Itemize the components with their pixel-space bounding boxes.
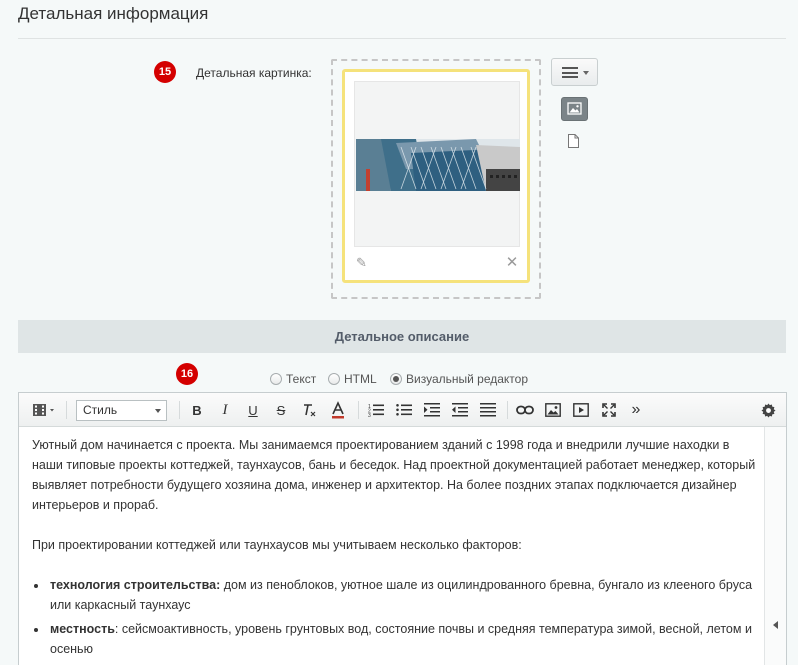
content-paragraph: При проектировании коттеджей или таунхау…	[32, 538, 522, 552]
toolbar-divider	[179, 401, 180, 419]
mode-option-visual[interactable]: Визуальный редактор	[390, 372, 528, 386]
editor-side-gutter	[764, 427, 786, 665]
fullscreen-icon	[602, 403, 616, 417]
align-button[interactable]	[478, 400, 498, 420]
unordered-list-button[interactable]	[394, 400, 414, 420]
file-icon[interactable]	[568, 134, 579, 148]
radio-text[interactable]	[270, 373, 282, 385]
image-thumbnail	[356, 139, 520, 191]
mode-option-html[interactable]: HTML	[328, 372, 377, 386]
link-icon	[516, 405, 534, 415]
toolbar-divider	[507, 401, 508, 419]
image-icon	[545, 403, 561, 417]
mode-label-text: Текст	[286, 372, 317, 386]
image-mode-button[interactable]	[561, 97, 588, 121]
list-item-text: : сейсмоактивность, уровень грунтовых во…	[50, 622, 752, 656]
step-badge-editor: 16	[176, 363, 198, 385]
radio-html[interactable]	[328, 373, 340, 385]
mode-label-html: HTML	[344, 372, 377, 386]
description-section-header: Детальное описание	[18, 320, 786, 353]
film-icon	[33, 404, 54, 416]
indent-icon	[424, 403, 440, 417]
outdent-button[interactable]	[450, 400, 470, 420]
toolbar-divider	[358, 401, 359, 419]
italic-button[interactable]: I	[216, 400, 234, 420]
chevron-down-icon	[583, 71, 589, 75]
clear-format-icon	[304, 404, 316, 417]
strikethrough-button[interactable]: S	[272, 400, 290, 420]
mode-option-text[interactable]: Текст	[270, 372, 316, 386]
indent-button[interactable]	[422, 400, 442, 420]
style-select[interactable]: Стиль	[76, 400, 167, 421]
image-menu-button[interactable]	[551, 58, 598, 86]
align-justify-icon	[480, 403, 496, 417]
list-item: технология строительства: дом из пенобло…	[48, 575, 757, 615]
more-button[interactable]: »	[626, 400, 646, 420]
detail-image-label: Детальная картинка:	[196, 66, 312, 80]
ordered-list-icon: 1 2 3	[368, 404, 384, 417]
ordered-list-button[interactable]: 1 2 3	[366, 400, 386, 420]
close-icon[interactable]: ✕	[505, 255, 519, 270]
video-icon	[573, 403, 589, 417]
image-preview-card[interactable]: ✎ ✕	[342, 69, 530, 283]
list-item: местность: сейсмоактивность, уровень гру…	[48, 619, 757, 659]
list-item-bold: технология строительства:	[50, 578, 221, 592]
list-item-bold: местность	[50, 622, 115, 636]
content-paragraph: Уютный дом начинается с проекта. Мы зани…	[32, 438, 756, 512]
visual-editor[interactable]: Стиль B I U S 1 2 3 » Уютный дом начинае…	[18, 392, 787, 665]
section-divider	[18, 38, 786, 39]
chevron-down-icon	[155, 409, 161, 413]
remove-format-button[interactable]	[299, 400, 319, 420]
link-button[interactable]	[515, 400, 535, 420]
insert-image-button[interactable]	[543, 400, 563, 420]
collapse-arrow-icon[interactable]	[773, 621, 778, 629]
settings-button[interactable]	[758, 400, 778, 420]
toolbar-divider	[66, 401, 67, 419]
image-icon	[567, 102, 582, 115]
svg-text:3: 3	[368, 413, 371, 417]
unordered-list-icon	[396, 404, 412, 416]
fullscreen-button[interactable]	[599, 400, 619, 420]
step-badge-image: 15	[154, 61, 176, 83]
radio-visual[interactable]	[390, 373, 402, 385]
mode-label-visual: Визуальный редактор	[406, 372, 529, 386]
section-title: Детальная информация	[18, 4, 209, 23]
style-select-value: Стиль	[83, 403, 118, 417]
outdent-icon	[452, 403, 468, 417]
edit-pencil-icon[interactable]: ✎	[356, 256, 370, 270]
image-preview-area	[354, 81, 520, 247]
bold-button[interactable]: B	[188, 400, 206, 420]
editor-toolbar: Стиль B I U S 1 2 3 »	[19, 393, 786, 427]
film-snippets-button[interactable]	[29, 400, 59, 420]
font-color-button[interactable]	[328, 400, 348, 420]
content-list: технология строительства: дом из пенобло…	[48, 575, 757, 659]
editor-content[interactable]: Уютный дом начинается с проекта. Мы зани…	[32, 435, 757, 663]
hamburger-icon	[562, 67, 578, 78]
font-color-icon	[332, 401, 344, 419]
gear-icon	[760, 402, 776, 418]
underline-button[interactable]: U	[244, 400, 262, 420]
insert-video-button[interactable]	[571, 400, 591, 420]
